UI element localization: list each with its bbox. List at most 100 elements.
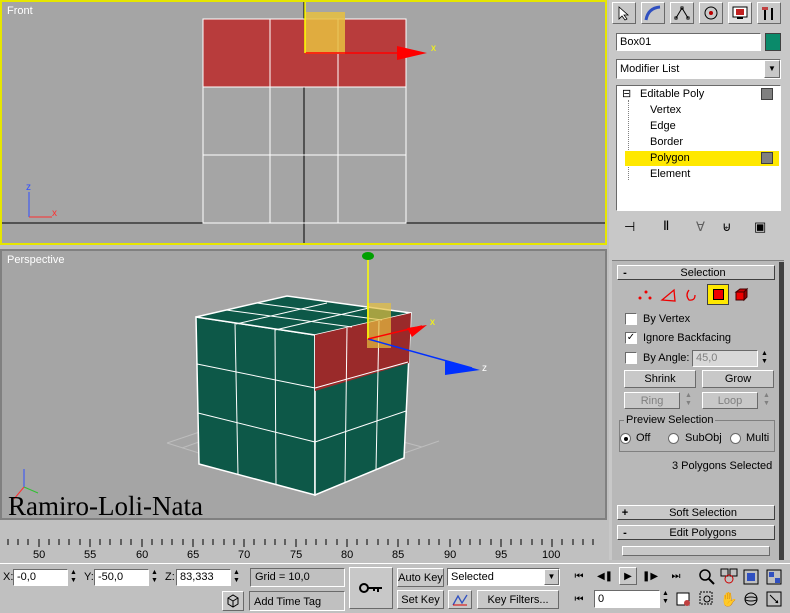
edit-polygons-rollout-header[interactable]: - Edit Polygons [617, 525, 775, 540]
timeline-tick-label: 55 [84, 549, 97, 561]
time-configuration-icon[interactable] [675, 590, 693, 608]
persp-gizmo-x-label: x [430, 317, 435, 328]
pin-stack-icon[interactable]: ⊣ [624, 219, 635, 235]
configure-sets-icon[interactable]: ▣ [754, 219, 766, 235]
chevron-down-icon[interactable]: ▼ [764, 60, 780, 78]
soft-selection-rollout-header[interactable]: + Soft Selection [617, 505, 775, 520]
rollout-scrollbar[interactable] [779, 262, 784, 560]
perspective-viewport-scene [13, 252, 480, 500]
front-tripod-x-label: x [52, 208, 57, 219]
zoom-extents-icon[interactable] [742, 568, 760, 586]
edit-polygons-insert-vertex-button-partial[interactable] [622, 546, 770, 556]
element-mode-icon[interactable] [733, 287, 751, 303]
region-zoom-icon[interactable] [698, 590, 716, 608]
modify-tab[interactable] [641, 2, 665, 24]
x-coord-field[interactable]: -0,0 [13, 569, 68, 586]
stack-item-border[interactable]: Border [650, 135, 683, 150]
go-to-start-icon[interactable]: ⏮ [570, 569, 588, 585]
by-angle-spinner[interactable]: 45,0 [692, 350, 758, 367]
selection-set-dropdown[interactable]: Selected ▼ [447, 568, 560, 586]
z-spinner-arrows[interactable]: ▲ ▼ [233, 569, 240, 585]
preview-subobj-radio[interactable] [668, 433, 679, 444]
front-tripod-z-label: z [26, 182, 31, 193]
create-tab[interactable] [612, 2, 636, 24]
frame-spinner-arrows[interactable]: ▲ ▼ [662, 590, 669, 606]
soft-selection-title: Soft Selection [669, 506, 737, 519]
front-viewport[interactable]: Front x z x [0, 0, 607, 245]
zoom-extents-all-icon[interactable] [765, 568, 783, 586]
arc-rotate-icon[interactable] [742, 590, 760, 608]
modifier-list-label: Modifier List [620, 63, 680, 75]
timeline-tick-label: 50 [33, 549, 46, 561]
hierarchy-tab[interactable] [670, 2, 694, 24]
loop-button[interactable]: Loop [702, 392, 758, 409]
set-key-mode-button[interactable] [349, 567, 393, 609]
y-coord-label: Y: [84, 571, 94, 583]
next-frame-icon[interactable]: ❚▶ [641, 569, 659, 585]
utilities-icon [762, 7, 773, 20]
go-to-end-icon[interactable]: ⏭ [667, 569, 685, 585]
selection-rollout-header[interactable]: - Selection [617, 265, 775, 280]
shrink-button[interactable]: Shrink [624, 370, 696, 388]
maximize-viewport-icon[interactable] [765, 590, 783, 608]
current-frame-field[interactable]: 0 [594, 590, 660, 608]
remove-modifier-icon[interactable]: ⊌ [722, 219, 732, 235]
z-coord-field[interactable]: 83,333 [176, 569, 231, 586]
timeline-tick-label: 75 [290, 549, 303, 561]
y-coord-field[interactable]: -50,0 [94, 569, 149, 586]
stack-item-vertex[interactable]: Vertex [650, 103, 681, 118]
selection-status: 3 Polygons Selected [672, 460, 773, 472]
add-time-tag-icon-button[interactable] [222, 591, 244, 611]
zoom-all-icon[interactable] [720, 568, 738, 586]
preview-off-radio[interactable] [620, 433, 631, 444]
border-mode-icon[interactable] [683, 287, 701, 303]
ignore-backfacing-checkbox[interactable]: ✓ [625, 332, 637, 344]
auto-key-button[interactable]: Auto Key [397, 568, 444, 587]
key-filters-button[interactable]: Key Filters... [477, 590, 559, 609]
perspective-viewport[interactable]: Perspective z x Ramiro-Loli-Nata [0, 249, 607, 521]
by-angle-checkbox[interactable] [625, 352, 637, 364]
vertex-mode-icon[interactable] [636, 287, 654, 303]
polygon-level-icon [761, 152, 773, 164]
pan-icon[interactable]: ✋ [720, 590, 738, 608]
hierarchy-icon [674, 6, 690, 20]
loop-spinner-arrows[interactable]: ▲ ▼ [763, 392, 770, 408]
x-coord-label: X: [3, 571, 14, 583]
stack-root-editable-poly[interactable]: Editable Poly [640, 88, 704, 100]
stack-root-toggle-icon[interactable] [761, 88, 773, 100]
polygon-mode-icon[interactable] [707, 284, 729, 305]
edge-mode-icon[interactable] [660, 287, 678, 303]
by-vertex-label: By Vertex [643, 313, 691, 325]
play-icon[interactable]: ▶ [619, 567, 637, 585]
selection-rollout-title: Selection [680, 266, 726, 279]
stack-item-polygon[interactable]: Polygon [650, 151, 690, 166]
timeline-tick-label: 85 [392, 549, 405, 561]
stack-item-edge[interactable]: Edge [650, 119, 676, 134]
stack-item-element[interactable]: Element [650, 167, 690, 182]
key-mode-toggle-icon[interactable]: ⏮ [570, 592, 588, 608]
display-tab[interactable] [728, 2, 752, 24]
ring-button[interactable]: Ring [624, 392, 680, 409]
motion-tab[interactable] [699, 2, 723, 24]
chevron-down-icon[interactable]: ▼ [544, 569, 559, 585]
object-name-input[interactable]: Box01 [616, 33, 761, 51]
y-spinner-arrows[interactable]: ▲ ▼ [151, 569, 158, 585]
preview-multi-radio[interactable] [730, 433, 741, 444]
utilities-tab[interactable] [757, 2, 781, 24]
show-end-result-icon[interactable]: Ⅱ [663, 218, 669, 234]
x-spinner-arrows[interactable]: ▲ ▼ [70, 569, 77, 585]
make-unique-icon[interactable]: ∀ [696, 219, 705, 235]
grow-button[interactable]: Grow [702, 370, 774, 388]
stack-root-toggle[interactable]: ⊟ [622, 87, 631, 100]
object-color-swatch[interactable] [765, 33, 781, 51]
angle-spinner-arrows[interactable]: ▲ ▼ [761, 350, 768, 366]
modifier-list-dropdown[interactable]: Modifier List ▼ [616, 59, 781, 79]
previous-frame-icon[interactable]: ◀❚ [596, 569, 614, 585]
cube-icon [227, 594, 239, 608]
zoom-icon[interactable] [698, 568, 716, 586]
by-vertex-checkbox[interactable] [625, 313, 637, 325]
set-key-button[interactable]: Set Key [397, 590, 444, 609]
preview-subobj-label: SubObj [685, 432, 722, 444]
ring-spinner-arrows[interactable]: ▲ ▼ [685, 392, 692, 408]
default-in-out-tangents-button[interactable] [448, 590, 472, 609]
